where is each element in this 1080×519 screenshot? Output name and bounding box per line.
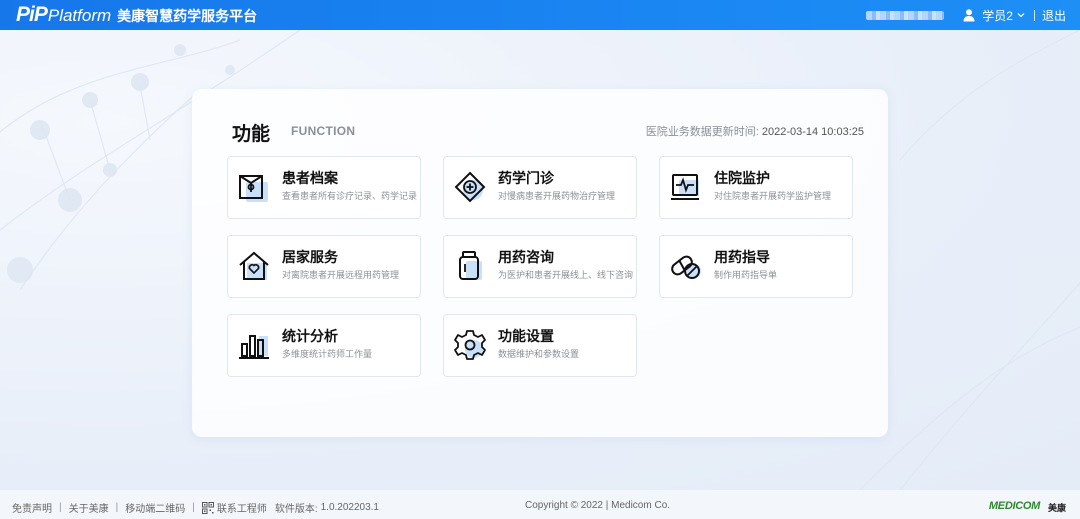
tile-title: 统计分析 <box>282 328 338 344</box>
update-time-label: 医院业务数据更新时间: <box>645 126 759 138</box>
header-user-area: 学员2 退出 <box>866 0 1066 30</box>
mobile-qr-link[interactable]: 移动端二维码 <box>125 500 185 515</box>
update-time-value: 2022-03-14 10:03:25 <box>761 126 864 138</box>
function-panel: 功能 FUNCTION 医院业务数据更新时间: 2022-03-14 10:03… <box>192 89 888 437</box>
patient-file-icon <box>239 175 268 202</box>
medicom-logo: MEDICOM <box>988 500 1040 512</box>
tile-title: 用药指导 <box>714 249 770 265</box>
tile-title: 居家服务 <box>282 249 338 265</box>
tile-medication-consult[interactable]: 用药咨询 为医护和患者开展线上、线下咨询 <box>443 235 637 298</box>
footer-separator: | <box>115 502 119 513</box>
page-footer: 免责声明 | 关于美康 | 移动端二维码 | 联系工程师 软件版本: 1.0.2… <box>0 490 1080 519</box>
tile-title: 功能设置 <box>498 328 554 344</box>
tile-title: 患者档案 <box>282 170 338 186</box>
version-label: 软件版本: <box>274 504 318 515</box>
tile-pharmacy-clinic[interactable]: 药学门诊 对慢病患者开展药物治疗管理 <box>443 156 637 219</box>
brand-logo-pip: PiP <box>16 3 48 26</box>
panel-title: 功能 <box>232 124 271 145</box>
tile-title: 药学门诊 <box>498 170 554 186</box>
header-divider <box>1033 9 1035 21</box>
medicine-bottle-icon <box>459 251 482 280</box>
footer-links: 免责声明 | 关于美康 | 移动端二维码 | 联系工程师 软件版本: 1.0.2… <box>12 500 379 515</box>
user-menu-label[interactable]: 学员2 <box>982 7 1013 24</box>
tile-statistics[interactable]: 统计分析 多维度统计药师工作量 <box>227 314 421 377</box>
chevron-down-icon[interactable] <box>1016 10 1026 20</box>
footer-separator: | <box>192 502 195 513</box>
brand-logo-platform: Platform <box>47 6 112 25</box>
tile-inpatient-monitor[interactable]: 住院监护 对住院患者开展药学监护管理 <box>659 156 853 219</box>
brand-name-cn: 美康智慧药学服务平台 <box>117 8 258 24</box>
qr-code-icon[interactable] <box>201 501 214 514</box>
medical-cross-icon <box>454 171 486 203</box>
panel-subtitle: FUNCTION <box>291 124 356 138</box>
tile-description: 查看患者所有诊疗记录、药学记录 <box>282 191 418 201</box>
data-update-time: 医院业务数据更新时间: 2022-03-14 10:03:25 <box>646 123 864 139</box>
tile-description: 多维度统计药师工作量 <box>282 349 373 359</box>
tile-title: 住院监护 <box>714 170 770 186</box>
bar-chart-icon <box>239 335 269 359</box>
tile-title: 用药咨询 <box>498 249 554 265</box>
footer-separator: | <box>59 502 62 513</box>
tile-function-settings[interactable]: 功能设置 数据维护和参数设置 <box>443 314 637 377</box>
tile-home-service[interactable]: 居家服务 对离院患者开展远程用药管理 <box>227 235 421 298</box>
blurred-hospital-name <box>866 10 945 20</box>
brand-logo[interactable]: PiP Platform 美康智慧药学服务平台 <box>16 3 257 27</box>
user-icon <box>963 9 975 22</box>
home-heart-icon <box>239 251 269 280</box>
tile-medication-guide[interactable]: 用药指导 制作用药指导单 <box>659 235 853 298</box>
tile-description: 对离院患者开展远程用药管理 <box>282 270 400 280</box>
tile-description: 数据维护和参数设置 <box>498 349 580 359</box>
tile-description: 为医护和患者开展线上、线下咨询 <box>498 270 634 280</box>
tile-description: 对慢病患者开展药物治疗管理 <box>498 191 616 201</box>
tile-description: 制作用药指导单 <box>714 270 778 280</box>
gear-icon <box>454 330 486 360</box>
copyright-text: Copyright © 2022 | Medicom Co. <box>525 500 671 511</box>
top-header-bar: PiP Platform 美康智慧药学服务平台 学员2 退出 <box>0 0 1080 30</box>
version-value: 1.0.202203.1 <box>320 502 379 513</box>
logout-link[interactable]: 退出 <box>1042 7 1066 24</box>
about-link[interactable]: 关于美康 <box>69 500 109 515</box>
medicom-logo-cn: 美康 <box>1047 503 1066 513</box>
contact-engineer-link[interactable]: 联系工程师 <box>217 500 267 515</box>
heart-monitor-icon <box>671 174 699 200</box>
pill-capsule-icon <box>671 255 701 279</box>
tile-description: 对住院患者开展药学监护管理 <box>714 191 832 201</box>
tile-patient-archive[interactable]: 患者档案 查看患者所有诊疗记录、药学记录 <box>227 156 421 219</box>
disclaimer-link[interactable]: 免责声明 <box>12 500 52 515</box>
